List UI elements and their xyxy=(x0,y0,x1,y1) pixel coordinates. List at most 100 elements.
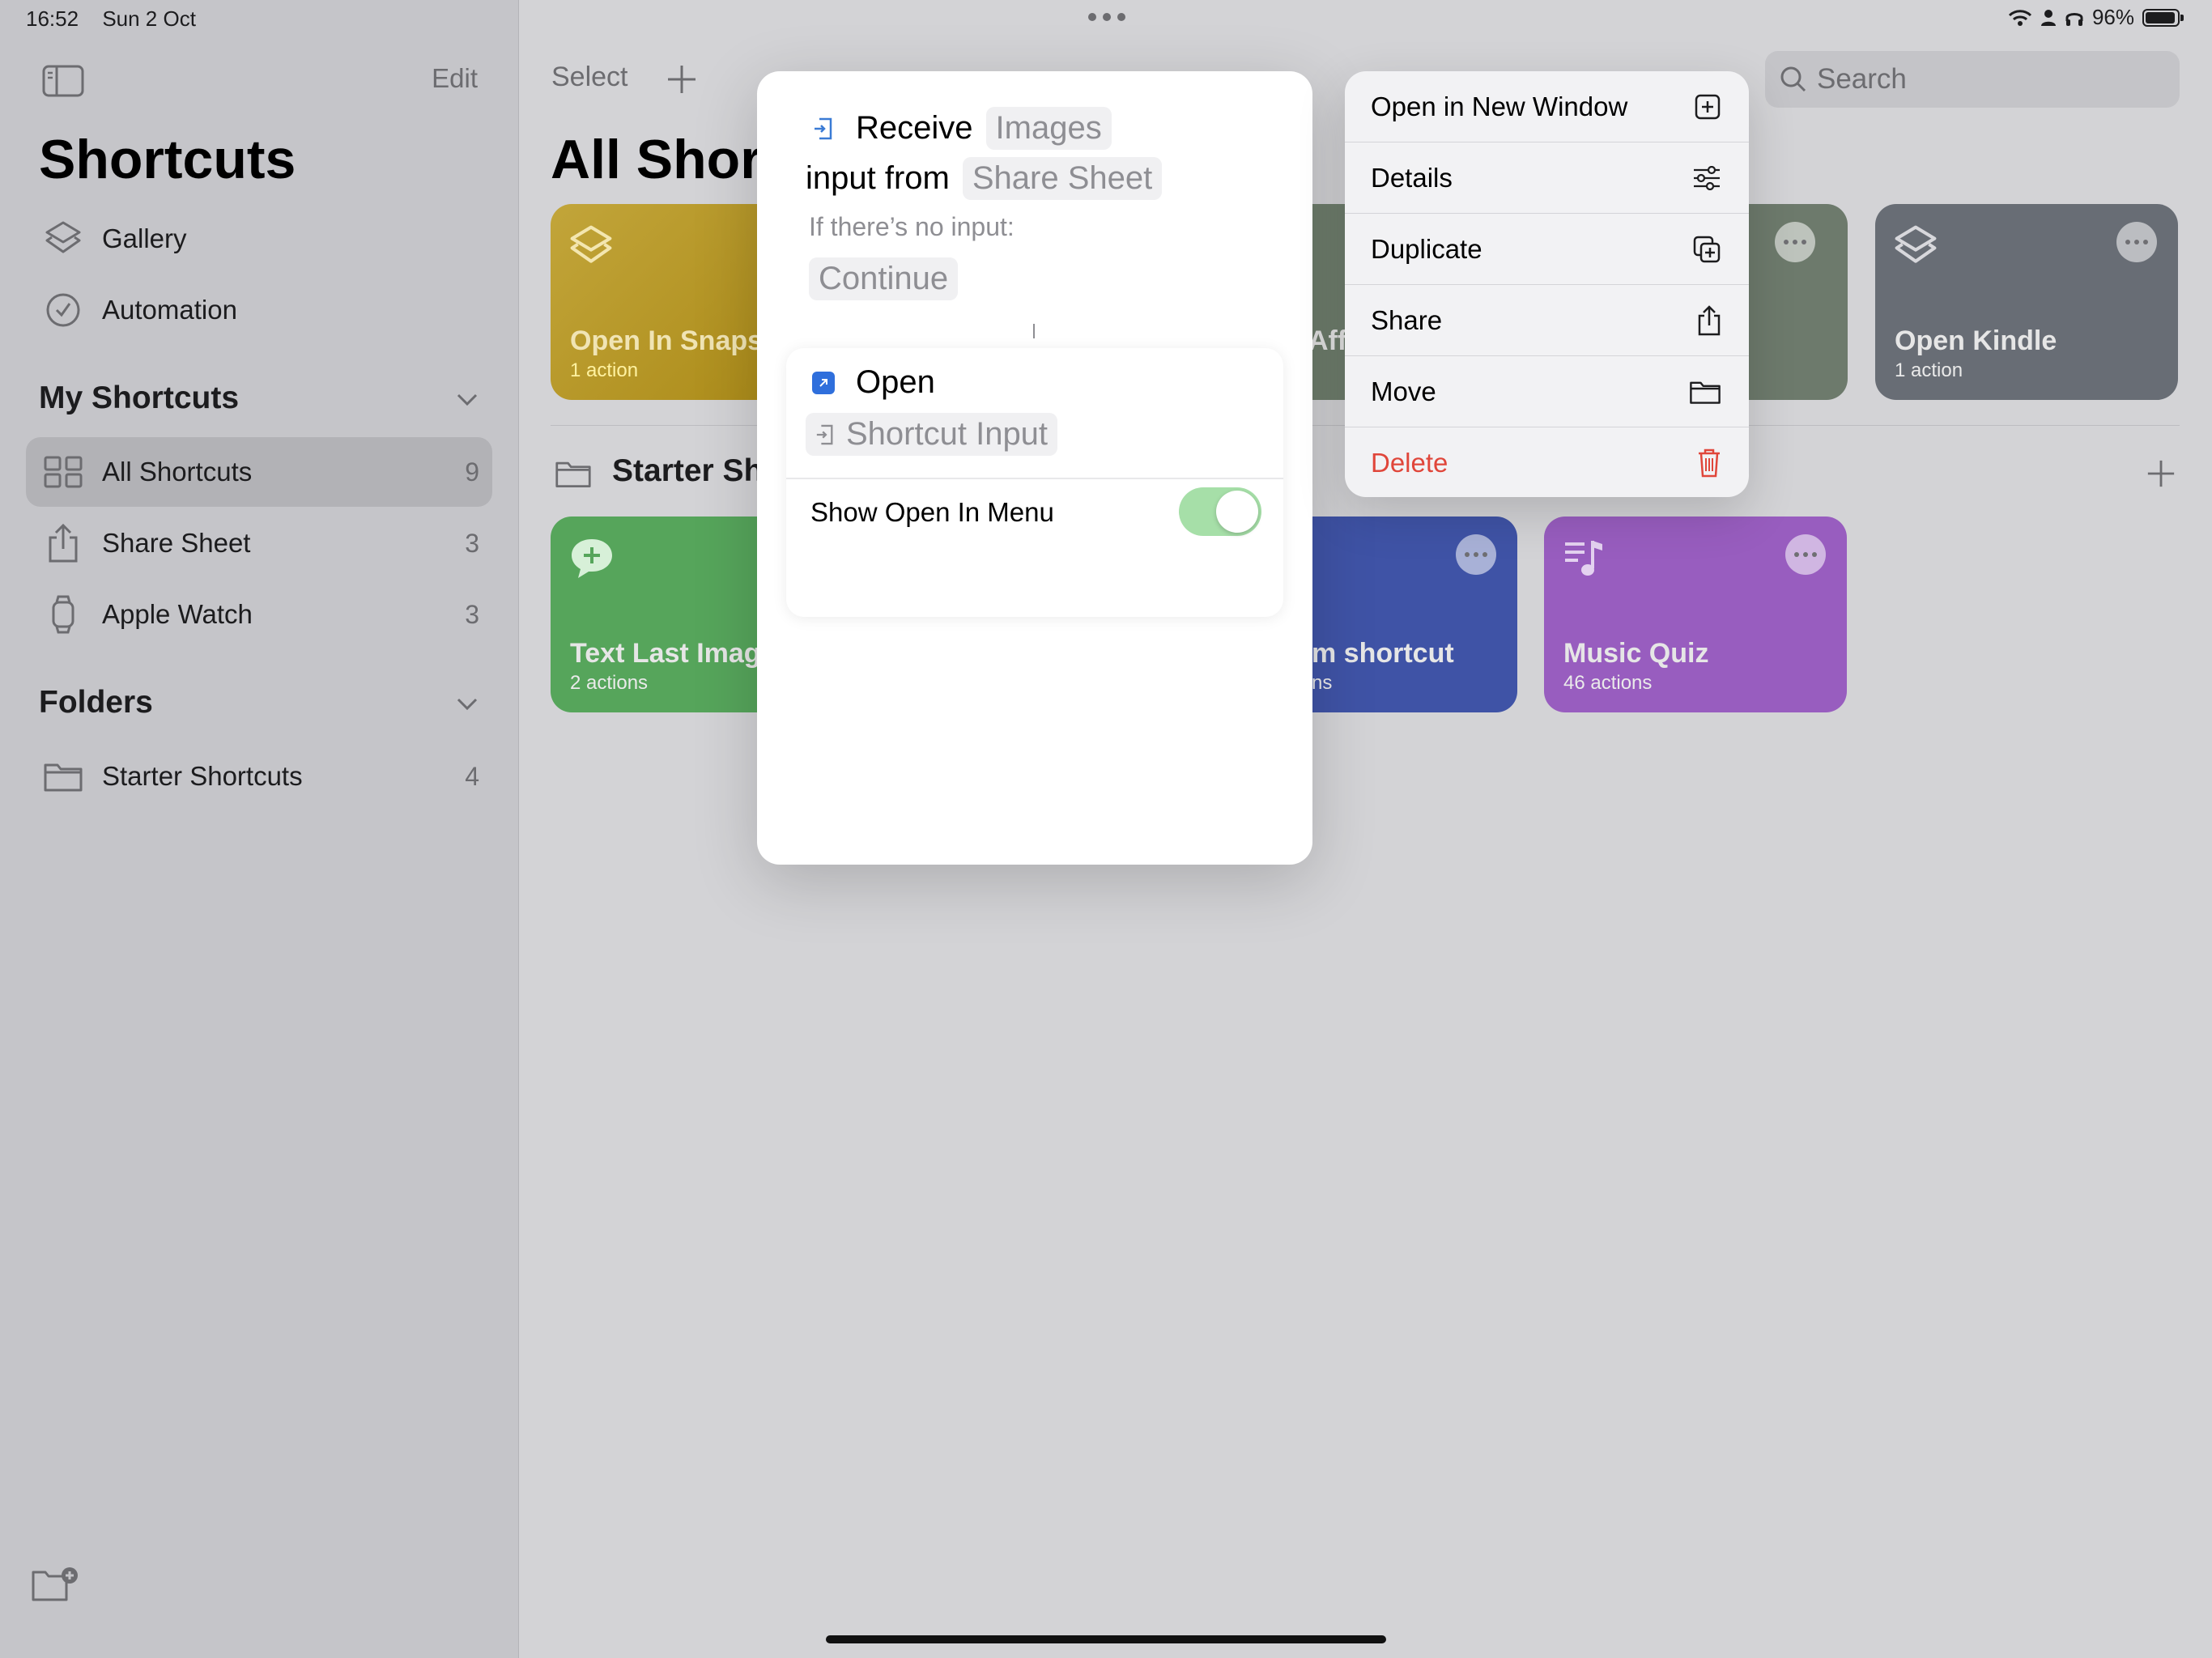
shortcut-input-row: Shortcut Input xyxy=(806,413,1058,456)
show-in-menu-toggle[interactable] xyxy=(1179,487,1261,536)
card-title: Text Last Image xyxy=(570,638,776,669)
sidebar-item-label: Gallery xyxy=(102,223,187,253)
sidebar: Edit Shortcuts Gallery Automation My Sho… xyxy=(0,0,519,1658)
sidebar-item-count: 3 xyxy=(465,599,479,629)
menu-item-open-new-window[interactable]: Open in New Window xyxy=(1345,71,1749,142)
folder-section-title[interactable]: Starter Shortcuts xyxy=(612,453,758,489)
sidebar-item-starter-shortcuts[interactable]: Starter Shortcuts 4 xyxy=(26,742,492,811)
watch-icon xyxy=(40,594,86,635)
shortcut-input-label: Shortcut Input xyxy=(846,416,1049,452)
sidebar-item-gallery[interactable]: Gallery xyxy=(26,204,492,274)
my-shortcuts-header[interactable]: My Shortcuts xyxy=(39,380,239,416)
input-source-token[interactable]: Share Sheet xyxy=(962,157,1163,200)
input-from-label: input from xyxy=(806,160,950,196)
page-title: All Shortcuts xyxy=(551,129,761,190)
status-bar-right: 96% xyxy=(2008,5,2184,30)
card-subtitle: 1 action xyxy=(570,359,639,381)
shortcut-input-icon xyxy=(815,423,835,446)
menu-item-label: Delete xyxy=(1371,447,1448,478)
gallery-icon xyxy=(40,219,86,258)
status-date: Sun 2 Oct xyxy=(102,6,196,31)
card-subtitle: 1 action xyxy=(1895,359,1963,381)
music-list-icon xyxy=(1562,536,1607,581)
receive-label: Receive xyxy=(856,110,973,146)
new-folder-icon[interactable] xyxy=(31,1566,79,1603)
shortcut-card[interactable]: Open Kindle 1 action xyxy=(1875,204,2178,400)
sidebar-item-share-sheet[interactable]: Share Sheet 3 xyxy=(26,508,492,578)
sidebar-item-label: Apple Watch xyxy=(102,599,253,629)
add-shortcut-button[interactable] xyxy=(666,63,698,96)
menu-item-delete[interactable]: Delete xyxy=(1345,427,1749,497)
message-plus-icon xyxy=(568,536,615,581)
card-title: Music Quiz xyxy=(1563,638,1709,669)
sidebar-item-label: Starter Shortcuts xyxy=(102,761,303,791)
new-window-icon xyxy=(1694,93,1721,121)
duplicate-icon xyxy=(1692,235,1721,264)
sidebar-toggle-icon[interactable] xyxy=(42,65,84,97)
sidebar-item-count: 9 xyxy=(465,457,479,487)
headphones-icon xyxy=(2065,8,2084,28)
menu-item-label: Open in New Window xyxy=(1371,91,1628,121)
card-title: m shortcut xyxy=(1312,638,1454,669)
share-icon xyxy=(40,523,86,563)
menu-item-label: Move xyxy=(1371,376,1436,406)
no-input-label: If there’s no input: xyxy=(809,212,1015,241)
card-title: Open Kindle xyxy=(1895,325,2057,356)
input-from-row: input from Share Sheet xyxy=(806,157,1163,200)
select-button[interactable]: Select xyxy=(551,62,628,93)
edit-button[interactable]: Edit xyxy=(432,63,478,94)
menu-item-duplicate[interactable]: Duplicate xyxy=(1345,214,1749,285)
receive-input-icon xyxy=(812,117,835,140)
chevron-down-icon[interactable] xyxy=(455,696,479,712)
folder-icon xyxy=(555,458,592,489)
person-icon xyxy=(2040,9,2057,27)
menu-item-details[interactable]: Details xyxy=(1345,142,1749,214)
folders-header[interactable]: Folders xyxy=(39,685,153,721)
home-indicator[interactable] xyxy=(826,1635,1386,1643)
battery-icon xyxy=(2142,8,2184,27)
add-to-folder-button[interactable] xyxy=(2146,458,2176,489)
sidebar-item-all-shortcuts[interactable]: All Shortcuts 9 xyxy=(26,437,492,507)
continue-token[interactable]: Continue xyxy=(809,257,959,300)
shortcut-input-token[interactable]: Shortcut Input xyxy=(806,413,1058,456)
multitasking-icon[interactable] xyxy=(1088,13,1125,21)
sidebar-item-automation[interactable]: Automation xyxy=(26,275,492,345)
layers-icon xyxy=(568,223,614,269)
action-connector xyxy=(1033,324,1035,338)
more-icon[interactable] xyxy=(1785,534,1826,575)
sidebar-item-apple-watch[interactable]: Apple Watch 3 xyxy=(26,580,492,649)
receive-action: Receive Images xyxy=(812,107,1112,150)
search-placeholder: Search xyxy=(1817,63,1907,95)
more-icon[interactable] xyxy=(1775,222,1815,262)
open-app-icon xyxy=(812,371,835,394)
share-icon xyxy=(1697,304,1721,337)
open-label: Open xyxy=(856,364,935,400)
continue-row: Continue xyxy=(809,257,959,300)
sidebar-item-label: All Shortcuts xyxy=(102,457,253,487)
battery-percent: 96% xyxy=(2091,5,2134,29)
card-subtitle: ns xyxy=(1312,672,1333,694)
folder-icon xyxy=(1689,379,1721,405)
more-icon[interactable] xyxy=(2116,222,2157,262)
sidebar-item-label: Automation xyxy=(102,295,237,325)
menu-item-move[interactable]: Move xyxy=(1345,356,1749,427)
menu-item-label: Duplicate xyxy=(1371,233,1482,264)
menu-item-label: Details xyxy=(1371,162,1453,193)
more-icon[interactable] xyxy=(1456,534,1496,575)
folder-icon xyxy=(40,760,86,793)
chevron-down-icon[interactable] xyxy=(455,392,479,408)
divider xyxy=(786,478,1283,479)
search-input[interactable]: Search xyxy=(1765,51,2180,108)
card-subtitle: 46 actions xyxy=(1563,672,1653,694)
show-in-menu-label: Show Open In Menu xyxy=(810,497,1054,527)
menu-item-share[interactable]: Share xyxy=(1345,285,1749,356)
menu-item-label: Share xyxy=(1371,304,1443,335)
receive-type-token[interactable]: Images xyxy=(985,107,1112,150)
sidebar-title: Shortcuts xyxy=(39,129,296,190)
clock-check-icon xyxy=(40,291,86,329)
shortcut-card[interactable]: Music Quiz 46 actions xyxy=(1544,517,1847,712)
card-title: Aff xyxy=(1308,325,1347,356)
card-subtitle: 2 actions xyxy=(570,672,649,694)
open-action-card: Open Shortcut Input Show Open In Menu xyxy=(786,348,1283,617)
status-time: 16:52 xyxy=(26,6,79,31)
